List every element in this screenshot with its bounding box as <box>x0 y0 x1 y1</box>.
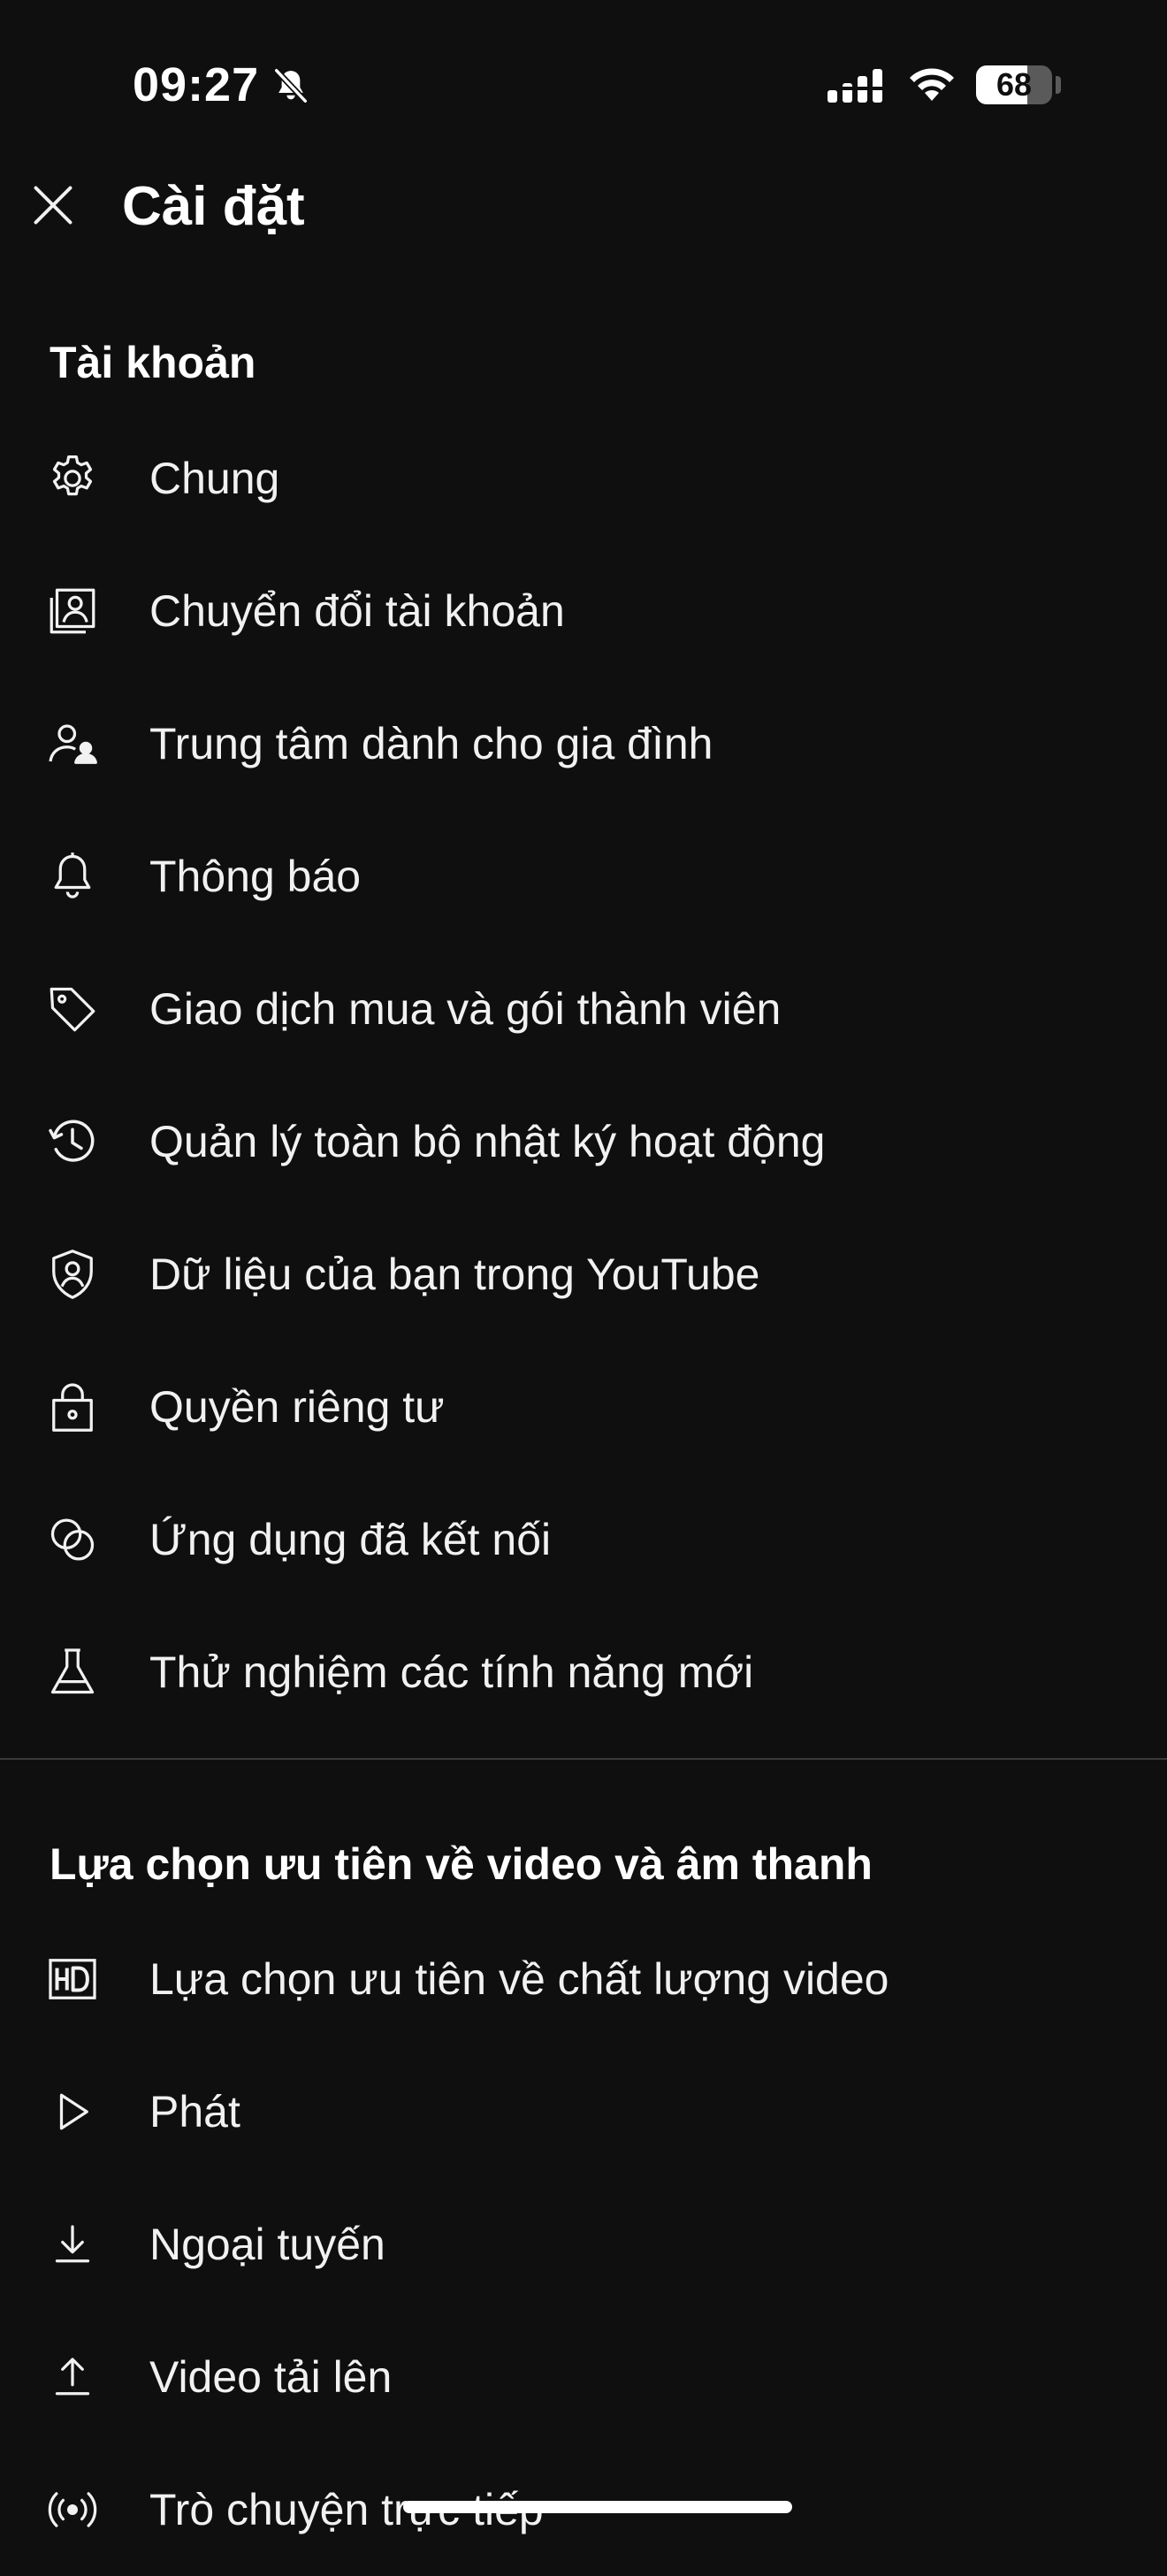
settings-item-label: Phát <box>149 2087 240 2136</box>
battery-icon: 68 <box>976 65 1052 104</box>
settings-item-playback[interactable]: Phát <box>0 2045 1167 2178</box>
section-divider <box>0 1758 1167 1760</box>
settings-item-label: Chung <box>149 454 280 503</box>
tag-icon <box>46 982 99 1036</box>
settings-item-label: Lựa chọn ưu tiên về chất lượng video <box>149 1954 889 2004</box>
history-icon <box>46 1115 99 1168</box>
settings-item-label: Quyền riêng tư <box>149 1382 445 1432</box>
section-heading-video-audio: Lựa chọn ưu tiên về video và âm thanh <box>50 1839 873 1889</box>
section-heading-account: Tài khoản <box>50 338 256 387</box>
settings-item-label: Quản lý toàn bộ nhật ký hoạt động <box>149 1117 826 1166</box>
battery-level: 68 <box>995 66 1033 103</box>
settings-item-label: Chuyển đổi tài khoản <box>149 586 565 636</box>
play-icon <box>46 2085 99 2138</box>
settings-item-label: Ngoại tuyến <box>149 2220 385 2269</box>
settings-item-your-data[interactable]: Dữ liệu của bạn trong YouTube <box>0 1208 1167 1341</box>
settings-item-label: Thông báo <box>149 852 362 901</box>
settings-item-label: Trung tâm dành cho gia đình <box>149 719 713 768</box>
switch-account-icon <box>46 585 99 638</box>
settings-item-uploads[interactable]: Video tải lên <box>0 2311 1167 2443</box>
wifi-icon <box>905 64 958 104</box>
lock-icon <box>46 1380 99 1433</box>
shield-person-icon <box>46 1248 99 1301</box>
settings-item-label: Dữ liệu của bạn trong YouTube <box>149 1250 760 1299</box>
hd-icon <box>46 1953 99 2006</box>
page-title: Cài đặt <box>122 176 305 237</box>
flask-icon <box>46 1646 99 1699</box>
live-icon <box>46 2483 99 2536</box>
close-button[interactable] <box>23 177 83 237</box>
cellular-signal-icon <box>828 65 886 106</box>
settings-item-video-quality[interactable]: Lựa chọn ưu tiên về chất lượng video <box>0 1913 1167 2045</box>
settings-item-family-center[interactable]: Trung tâm dành cho gia đình <box>0 677 1167 810</box>
settings-item-label: Thử nghiệm các tính năng mới <box>149 1647 754 1697</box>
battery-cap <box>1056 76 1061 94</box>
status-bar: 09:27 68 <box>0 0 1167 168</box>
gear-icon <box>46 452 99 505</box>
settings-item-label: Video tải lên <box>149 2352 393 2402</box>
settings-item-privacy[interactable]: Quyền riêng tư <box>0 1341 1167 1473</box>
family-center-icon <box>46 717 99 770</box>
close-icon <box>30 182 76 233</box>
settings-item-label: Ứng dụng đã kết nối <box>149 1515 552 1564</box>
settings-item-connected-apps[interactable]: Ứng dụng đã kết nối <box>0 1473 1167 1606</box>
upload-icon <box>46 2351 99 2404</box>
bell-slash-icon <box>271 65 311 106</box>
settings-item-label: Giao dịch mua và gói thành viên <box>149 984 782 1034</box>
home-indicator[interactable] <box>403 2501 792 2513</box>
settings-item-try-features[interactable]: Thử nghiệm các tính năng mới <box>0 1606 1167 1739</box>
settings-item-general[interactable]: Chung <box>0 412 1167 545</box>
settings-item-purchases[interactable]: Giao dịch mua và gói thành viên <box>0 943 1167 1075</box>
status-time: 09:27 <box>133 58 260 111</box>
settings-item-switch-account[interactable]: Chuyển đổi tài khoản <box>0 545 1167 677</box>
settings-item-offline[interactable]: Ngoại tuyến <box>0 2178 1167 2311</box>
bell-icon <box>46 850 99 903</box>
settings-item-activity-history[interactable]: Quản lý toàn bộ nhật ký hoạt động <box>0 1075 1167 1208</box>
download-icon <box>46 2218 99 2271</box>
connected-apps-icon <box>46 1513 99 1566</box>
settings-item-notifications[interactable]: Thông báo <box>0 810 1167 943</box>
